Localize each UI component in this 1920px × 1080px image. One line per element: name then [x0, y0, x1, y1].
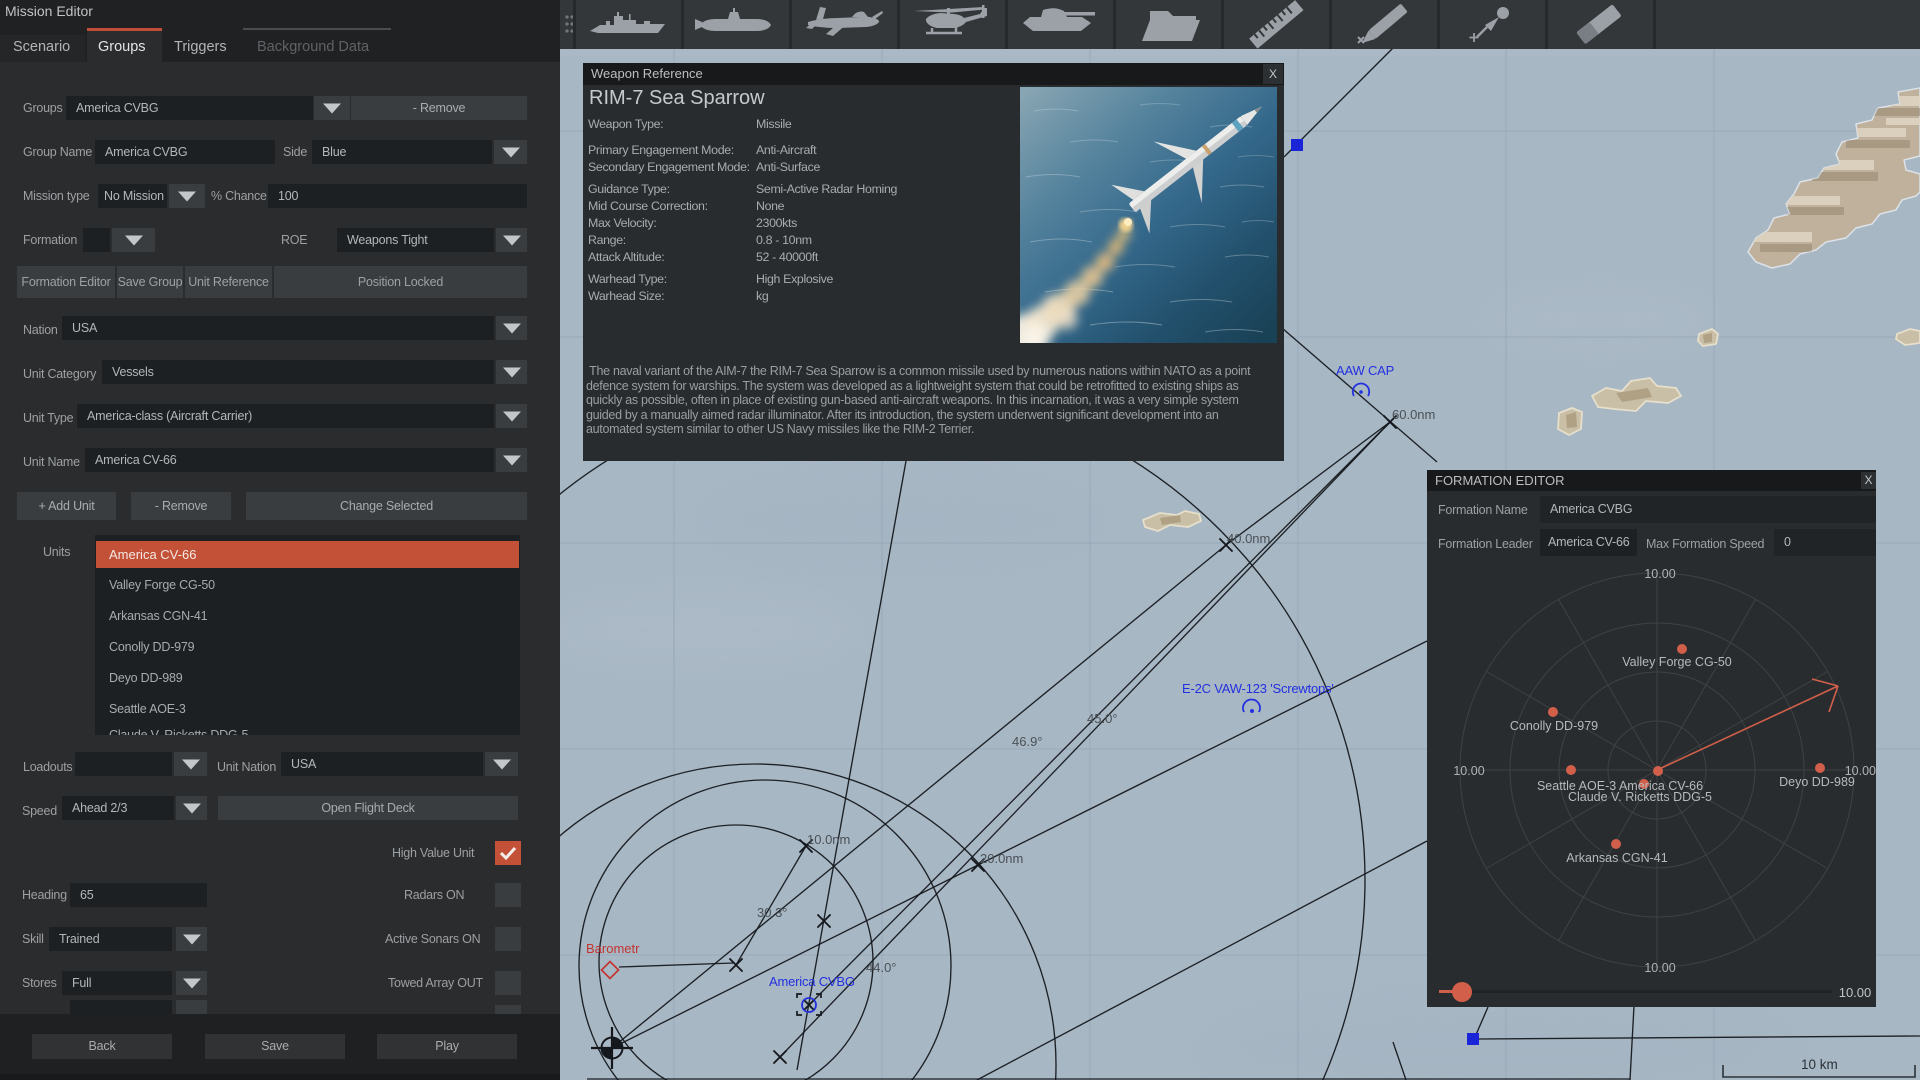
svg-text:Deyo DD-989: Deyo DD-989	[1779, 775, 1855, 789]
svg-text:AAW CAP: AAW CAP	[1336, 363, 1394, 378]
svg-text:Claude V. Ricketts DDG-5: Claude V. Ricketts DDG-5	[1568, 790, 1712, 804]
svg-text:Arkansas CGN-41: Arkansas CGN-41	[1566, 851, 1667, 865]
svg-text:40.0nm: 40.0nm	[1227, 531, 1270, 546]
svg-text:America CVBG: America CVBG	[769, 974, 855, 989]
svg-text:Conolly DD-979: Conolly DD-979	[1510, 719, 1598, 733]
svg-text:44.0°: 44.0°	[866, 960, 897, 975]
svg-text:10.0nm: 10.0nm	[807, 832, 850, 847]
svg-text:20.0nm: 20.0nm	[980, 851, 1023, 866]
svg-text:10 km: 10 km	[1801, 1057, 1838, 1072]
svg-text:46.9°: 46.9°	[1012, 734, 1043, 749]
svg-text:45.0°: 45.0°	[1087, 711, 1118, 726]
svg-text:10.00: 10.00	[1644, 567, 1675, 581]
svg-text:Barometr: Barometr	[586, 941, 640, 956]
svg-text:60.0nm: 60.0nm	[1392, 407, 1435, 422]
svg-text:30.3°: 30.3°	[757, 905, 788, 920]
svg-text:E-2C VAW-123 'Screwtops': E-2C VAW-123 'Screwtops'	[1182, 681, 1334, 696]
svg-text:10.00: 10.00	[1453, 764, 1484, 778]
svg-text:10.00: 10.00	[1839, 985, 1872, 1000]
svg-text:Valley Forge CG-50: Valley Forge CG-50	[1622, 655, 1732, 669]
svg-text:10.00: 10.00	[1644, 961, 1675, 975]
